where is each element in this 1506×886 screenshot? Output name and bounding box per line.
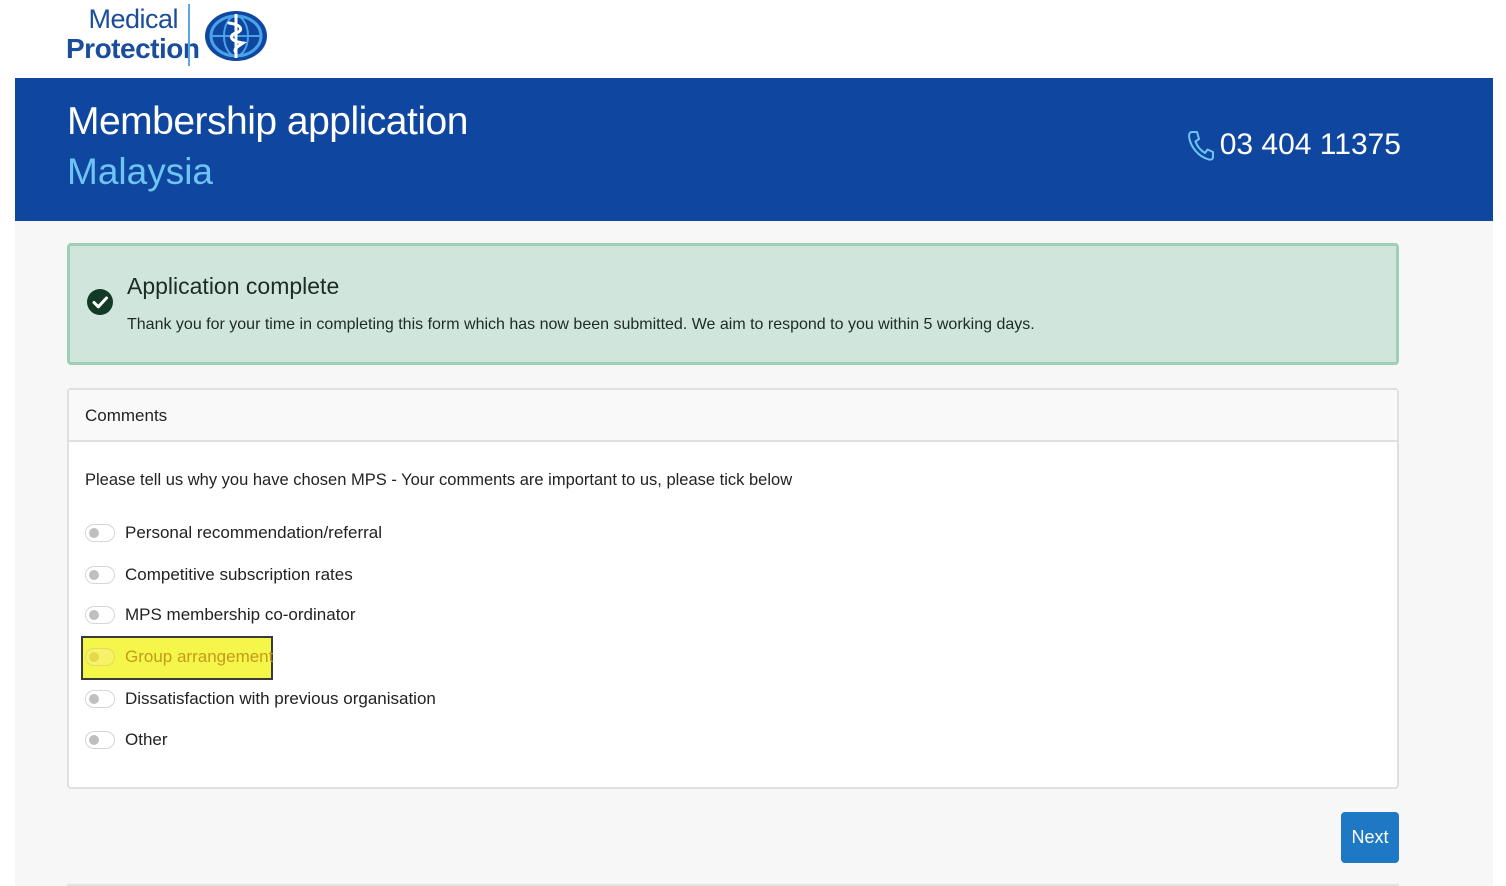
- option-label: MPS membership co-ordinator: [125, 605, 356, 624]
- logo-bar: Medical Protection: [0, 0, 1506, 78]
- logo-wordmark[interactable]: Medical Protection: [66, 4, 200, 64]
- option-label: Personal recommendation/referral: [125, 523, 383, 542]
- option-competitive-rates[interactable]: Competitive subscription rates: [85, 563, 353, 587]
- comments-title: Comments: [85, 406, 168, 425]
- phone-number[interactable]: 03 404 11375: [1220, 128, 1401, 162]
- page: Medical Protection Membership applicatio…: [0, 0, 1506, 886]
- toggle-switch[interactable]: [85, 731, 115, 749]
- logo-line-medical: Medical: [88, 4, 178, 34]
- logo-divider: [188, 4, 190, 66]
- phone-contact[interactable]: 03 404 11375: [1186, 128, 1401, 162]
- toggle-switch[interactable]: [85, 606, 115, 624]
- comments-intro: Please tell us why you have chosen MPS -…: [85, 471, 793, 489]
- option-membership-coordinator[interactable]: MPS membership co-ordinator: [85, 603, 356, 627]
- comments-card: Comments Please tell us why you have cho…: [67, 388, 1399, 789]
- phone-icon: [1187, 131, 1214, 161]
- success-alert: Application complete Thank you for your …: [67, 243, 1399, 365]
- option-group-arrangement[interactable]: Group arrangement: [85, 645, 273, 669]
- page-subtitle: Malaysia: [67, 151, 213, 192]
- alert-message: Thank you for your time in completing th…: [127, 316, 1035, 333]
- page-title: Membership application: [67, 100, 468, 143]
- caduceus-globe-icon[interactable]: [203, 9, 269, 63]
- toggle-switch[interactable]: [85, 566, 115, 584]
- header-band: Membership application Malaysia 03 404 1…: [15, 78, 1493, 221]
- option-label: Competitive subscription rates: [125, 565, 353, 584]
- check-circle-icon: [87, 289, 113, 315]
- toggle-switch[interactable]: [85, 690, 115, 708]
- alert-title: Application complete: [127, 273, 340, 299]
- option-label: Other: [125, 730, 168, 749]
- toggle-switch[interactable]: [85, 524, 115, 542]
- next-button[interactable]: Next: [1341, 812, 1399, 863]
- option-label: Group arrangement: [125, 647, 274, 666]
- option-other[interactable]: Other: [85, 728, 168, 752]
- comments-card-header: Comments: [69, 390, 1397, 442]
- option-dissatisfaction[interactable]: Dissatisfaction with previous organisati…: [85, 687, 436, 711]
- logo-line-protection: Protection: [66, 33, 200, 64]
- content-area: Application complete Thank you for your …: [15, 221, 1493, 886]
- option-personal-recommendation[interactable]: Personal recommendation/referral: [85, 521, 382, 545]
- toggle-switch[interactable]: [85, 648, 115, 666]
- option-label: Dissatisfaction with previous organisati…: [125, 689, 436, 708]
